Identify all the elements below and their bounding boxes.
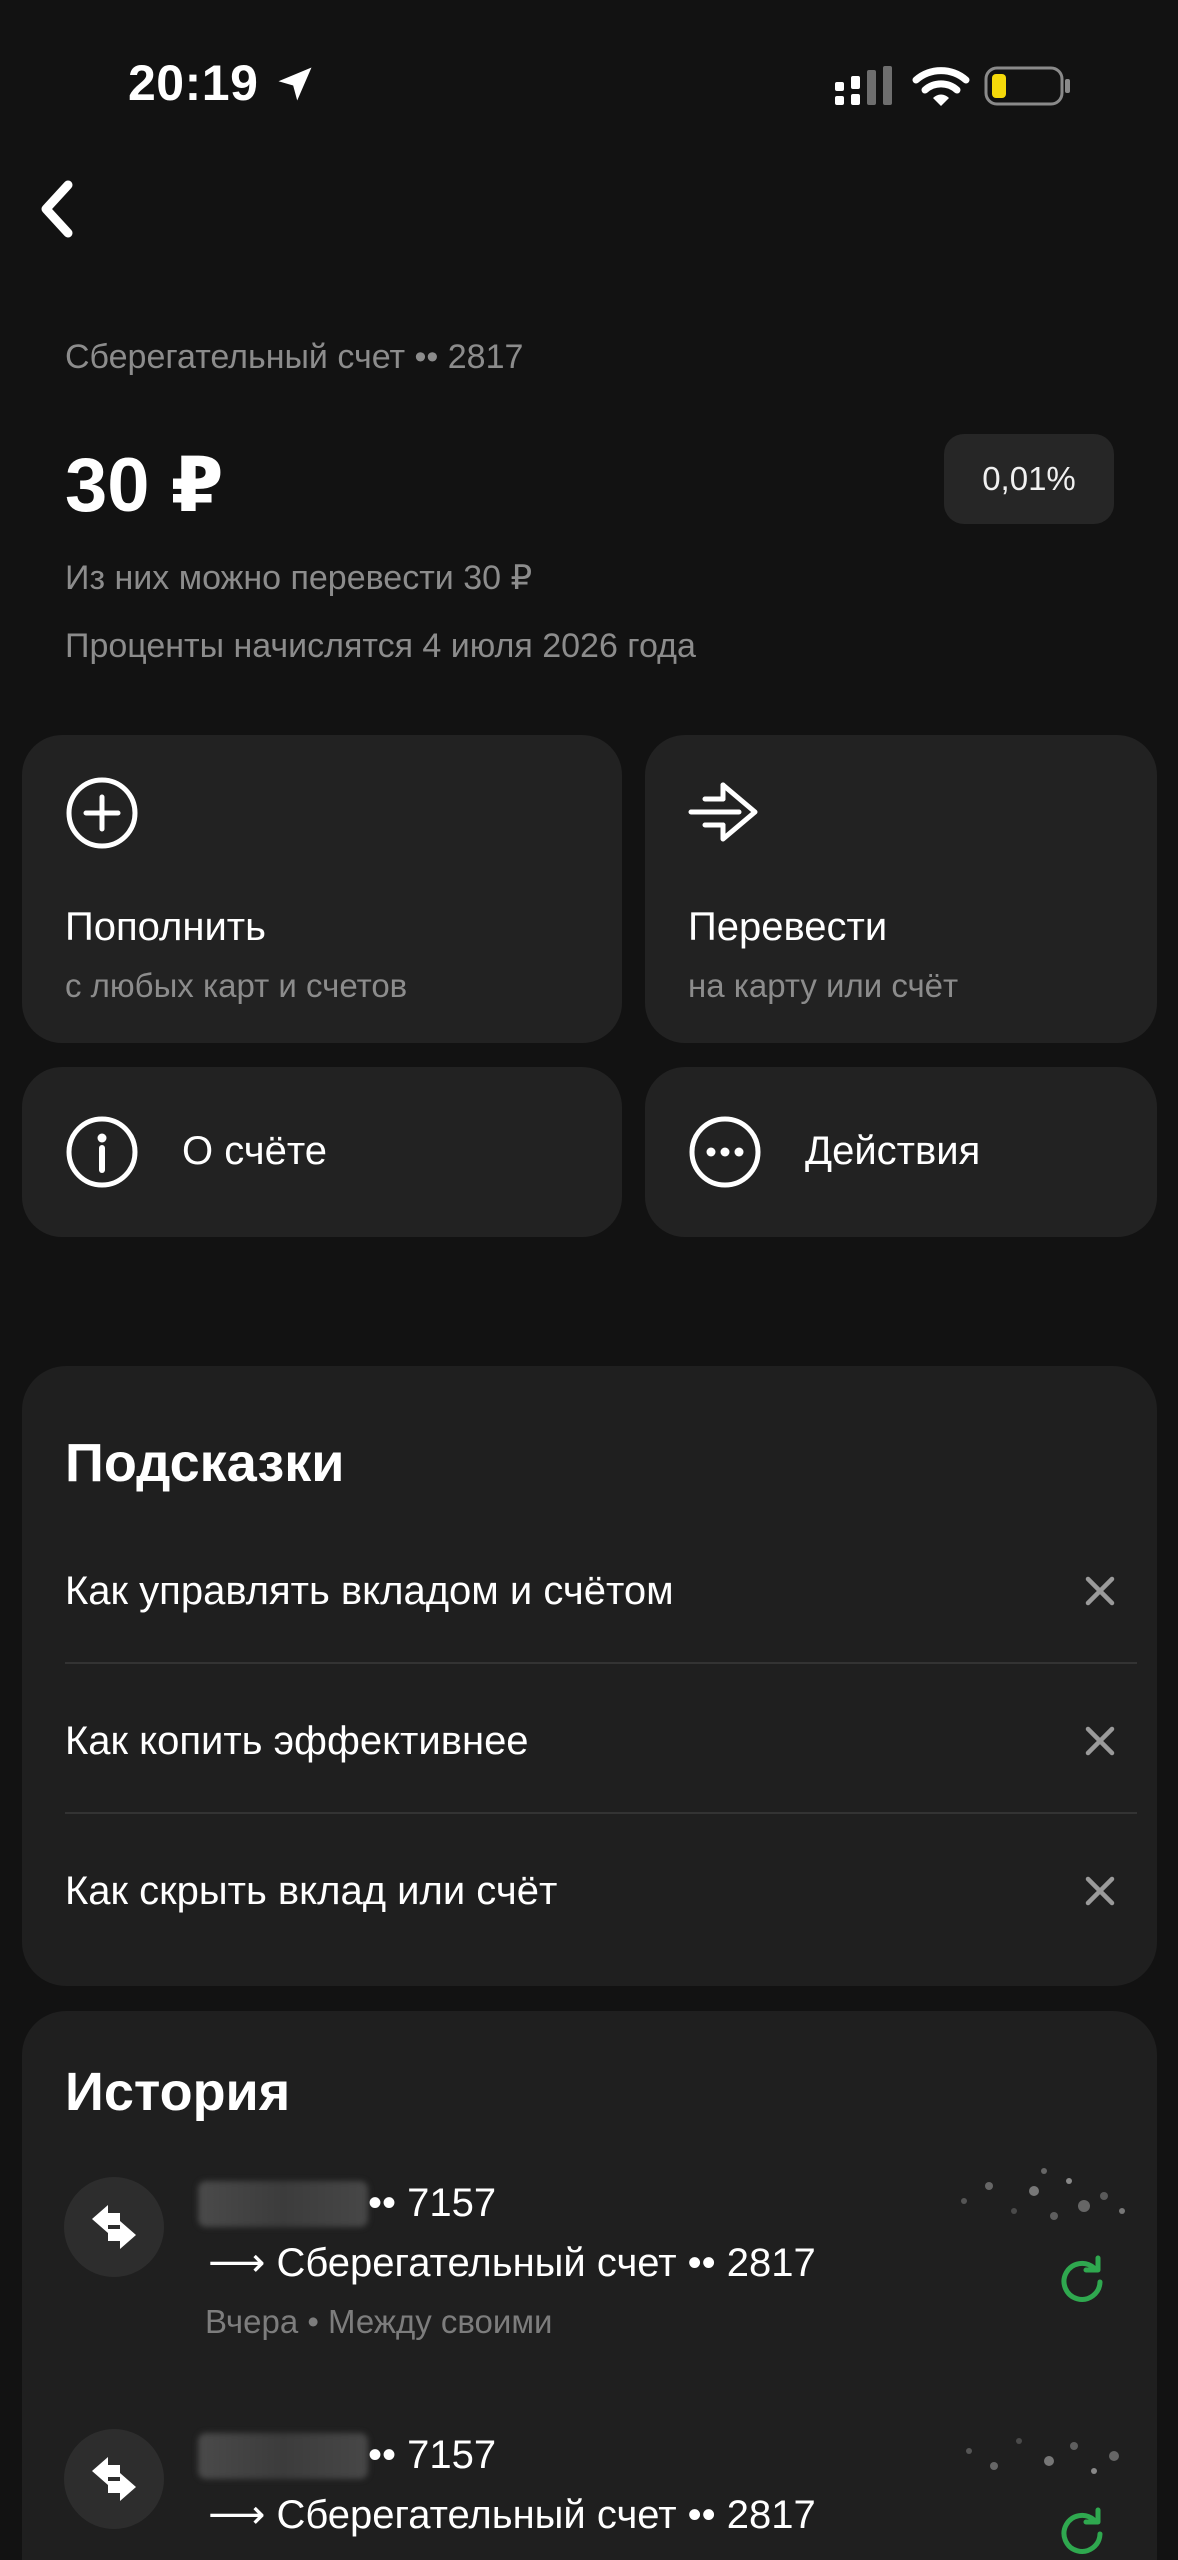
actions-tile[interactable]: Действия — [645, 1067, 1157, 1237]
transfer-tile[interactable]: Перевести на карту или счёт — [645, 735, 1157, 1043]
wifi-icon — [912, 67, 970, 106]
transfer-arrows-icon — [64, 2177, 164, 2277]
history-card: История •• 7157 ⟶ Сберегательный счет ••… — [22, 2011, 1157, 2560]
repeat-icon[interactable] — [1054, 2506, 1110, 2560]
hint-item[interactable]: Как копить эффективнее — [65, 1666, 1115, 1816]
divider — [65, 1662, 1137, 1664]
transfer-arrows-icon — [64, 2429, 164, 2529]
info-circle-icon — [66, 1116, 138, 1188]
hint-item[interactable]: Как управлять вкладом и счётом — [65, 1516, 1115, 1666]
tx-from: •• 7157 — [368, 2433, 497, 2477]
divider — [65, 1812, 1137, 1814]
tx-from: •• 7157 — [368, 2181, 497, 2225]
hidden-amount — [966, 2438, 1119, 2474]
hidden-amount — [961, 2168, 1125, 2220]
actions-title: Действия — [805, 1129, 981, 1173]
hint-item[interactable]: Как скрыть вклад или счёт — [65, 1816, 1115, 1966]
transferable-amount: Из них можно перевести 30 ₽ — [65, 559, 533, 597]
history-title: История — [65, 2062, 291, 2122]
tx-to: ⟶ Сберегательный счет •• 2817 — [208, 2241, 816, 2285]
hidden-sender-name — [198, 2433, 368, 2479]
account-balance: 30 ₽ — [65, 443, 224, 528]
tx-to: ⟶ Сберегательный счет •• 2817 — [208, 2493, 816, 2537]
close-icon[interactable] — [1085, 1876, 1115, 1906]
back-button[interactable] — [22, 170, 94, 248]
interest-date-note: Проценты начислятся 4 июля 2026 года — [65, 627, 696, 665]
hint-label: Как управлять вкладом и счётом — [65, 1568, 674, 1613]
tx-meta: Вчера • Между своими — [205, 2303, 553, 2340]
hints-card: Подсказки Как управлять вкладом и счётом… — [22, 1366, 1157, 1986]
close-icon[interactable] — [1085, 1576, 1115, 1606]
close-icon[interactable] — [1085, 1726, 1115, 1756]
cellular-signal-icon — [835, 66, 892, 105]
about-account-tile[interactable]: О счёте — [22, 1067, 622, 1237]
about-account-title: О счёте — [182, 1129, 327, 1173]
status-time: 20:19 — [128, 55, 259, 111]
transfer-subtitle: на карту или счёт — [688, 967, 959, 1004]
topup-tile[interactable]: Пополнить с любых карт и счетов — [22, 735, 622, 1043]
battery-icon — [984, 66, 1070, 106]
repeat-icon[interactable] — [1054, 2254, 1110, 2310]
more-circle-icon — [689, 1116, 761, 1188]
topup-title: Пополнить — [65, 905, 266, 949]
topup-subtitle: с любых карт и счетов — [65, 967, 408, 1004]
interest-rate-badge[interactable]: 0,01% — [944, 434, 1114, 524]
hint-label: Как копить эффективнее — [65, 1718, 529, 1763]
plus-circle-icon — [66, 777, 138, 849]
chevron-left-icon — [41, 180, 73, 238]
hidden-sender-name — [198, 2181, 368, 2227]
hints-title: Подсказки — [65, 1433, 345, 1493]
transfer-title: Перевести — [688, 905, 888, 949]
hint-label: Как скрыть вклад или счёт — [65, 1868, 558, 1913]
account-label: Сберегательный счет •• 2817 — [65, 338, 524, 376]
location-arrow-icon — [278, 67, 312, 101]
send-arrow-icon — [688, 782, 758, 842]
